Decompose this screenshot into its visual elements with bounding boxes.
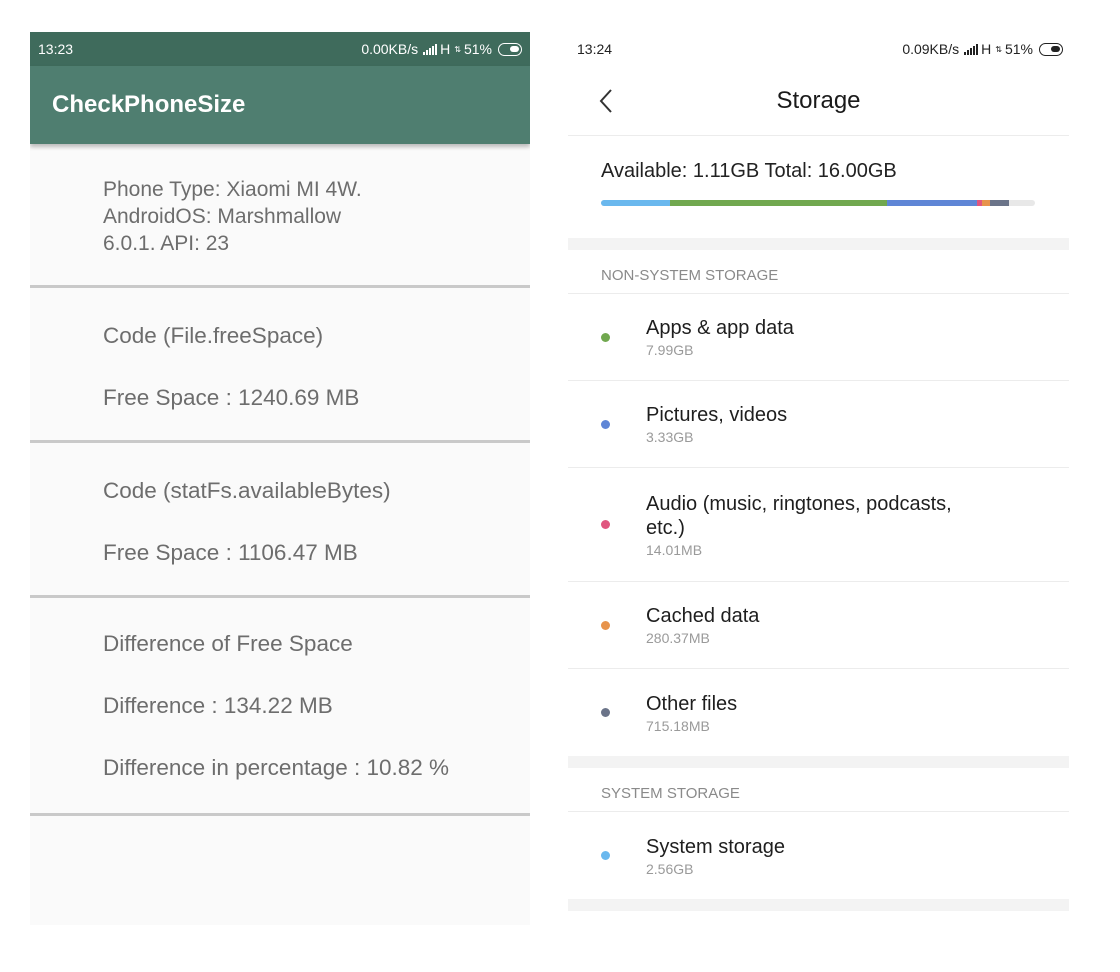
category-dot-icon xyxy=(601,708,610,717)
difference-value: Difference : 134.22 MB xyxy=(103,693,333,718)
item-size: 2.56GB xyxy=(646,860,694,877)
item-label: Audio (music, ringtones, podcasts, etc.) xyxy=(646,492,952,539)
storage-summary-text: Available: 1.11GB Total: 16.00GB xyxy=(601,160,897,182)
item-size: 3.33GB xyxy=(646,429,694,445)
android-os-text: AndroidOS: Marshmallow xyxy=(103,205,342,228)
file-freespace-value: Free Space : 1240.69 MB xyxy=(103,385,360,410)
status-time: 13:24 xyxy=(577,41,613,57)
category-dot-icon xyxy=(601,520,610,529)
page-title: Storage xyxy=(776,86,861,114)
usage-bar-segment xyxy=(670,200,887,206)
storage-summary: Available: 1.11GB Total: 16.00GB xyxy=(568,136,1069,238)
statfs-section: Code (statFs.availableBytes) Free Space … xyxy=(30,443,530,595)
back-arrow-icon[interactable] xyxy=(598,88,616,114)
status-bar: 13:24 0.09KB/s H ⇅ 51% xyxy=(568,32,1069,66)
non-system-storage-header: NON-SYSTEM STORAGE xyxy=(568,250,1069,294)
storage-item-apps[interactable]: Apps & app data 7.99GB xyxy=(568,294,1069,381)
network-speed: 0.09KB/s xyxy=(902,41,960,57)
system-storage-header: SYSTEM STORAGE xyxy=(568,768,1069,812)
storage-item-audio[interactable]: Audio (music, ringtones, podcasts, etc.)… xyxy=(568,468,1069,582)
battery-icon xyxy=(498,42,522,56)
item-label: System storage xyxy=(646,835,785,858)
item-size: 14.01MB xyxy=(646,541,703,558)
difference-section: Difference of Free Space Difference : 13… xyxy=(30,598,530,813)
signal-icon xyxy=(423,43,438,55)
category-dot-icon xyxy=(601,419,610,429)
network-type: H xyxy=(440,41,451,57)
item-label: Other files xyxy=(646,692,738,715)
usage-bar-segment xyxy=(601,200,671,206)
statfs-title: Code (statFs.availableBytes) xyxy=(103,478,391,503)
network-speed: 0.00KB/s xyxy=(361,41,419,57)
battery-percent: 51% xyxy=(463,41,492,57)
app-title: CheckPhoneSize xyxy=(30,66,530,144)
phone-type-text: Phone Type: Xiaomi MI 4W. xyxy=(103,178,362,201)
usage-bar-segment xyxy=(982,200,990,206)
data-arrows-icon: ⇅ xyxy=(995,44,1002,54)
item-size: 280.37MB xyxy=(646,630,710,646)
header: Storage xyxy=(568,66,1069,136)
device-info: Phone Type: Xiaomi MI 4W. AndroidOS: Mar… xyxy=(30,144,530,285)
non-system-storage-list: Apps & app data 7.99GB Pictures, videos … xyxy=(568,294,1069,756)
section-gap xyxy=(568,899,1069,911)
difference-title: Difference of Free Space xyxy=(103,631,353,656)
item-size: 715.18MB xyxy=(646,717,710,734)
storage-item-system[interactable]: System storage 2.56GB xyxy=(568,812,1069,899)
data-arrows-icon: ⇅ xyxy=(454,44,461,54)
api-level-text: 6.0.1. API: 23 xyxy=(103,232,230,255)
section-gap xyxy=(568,756,1069,768)
file-freespace-section: Code (File.freeSpace) Free Space : 1240.… xyxy=(30,288,530,440)
status-bar: 13:23 0.00KB/s H ⇅ 51% xyxy=(30,32,530,66)
category-dot-icon xyxy=(601,332,610,342)
storage-item-other[interactable]: Other files 715.18MB xyxy=(568,669,1069,756)
battery-icon xyxy=(1039,42,1063,56)
statfs-value: Free Space : 1106.47 MB xyxy=(103,540,358,565)
file-freespace-title: Code (File.freeSpace) xyxy=(103,323,324,348)
status-indicators: 0.09KB/s H ⇅ 51% xyxy=(902,41,1063,57)
signal-icon xyxy=(964,43,979,55)
storage-settings-screen: 13:24 0.09KB/s H ⇅ 51% Storage Available:… xyxy=(568,32,1069,925)
usage-bar-segment xyxy=(989,200,1010,206)
storage-usage-bar xyxy=(601,200,1035,206)
status-indicators: 0.00KB/s H ⇅ 51% xyxy=(361,41,522,57)
usage-bar-segment xyxy=(887,200,978,206)
item-label: Cached data xyxy=(646,605,760,627)
cleaner-header: CLEANER xyxy=(568,911,1069,925)
check-phone-size-screen: 13:23 0.00KB/s H ⇅ 51% CheckPhoneSize Pho… xyxy=(30,32,530,925)
item-label: Apps & app data xyxy=(646,317,794,339)
section-gap xyxy=(568,238,1069,250)
storage-item-cached[interactable]: Cached data 280.37MB xyxy=(568,582,1069,669)
difference-percent: Difference in percentage : 10.82 % xyxy=(103,755,450,780)
divider xyxy=(30,813,530,816)
category-dot-icon xyxy=(601,851,610,860)
storage-item-pictures[interactable]: Pictures, videos 3.33GB xyxy=(568,381,1069,468)
network-type: H xyxy=(981,41,992,57)
item-size: 7.99GB xyxy=(646,342,694,358)
category-dot-icon xyxy=(601,620,610,630)
battery-percent: 51% xyxy=(1004,41,1033,57)
status-time: 13:23 xyxy=(38,41,74,57)
item-label: Pictures, videos xyxy=(646,404,788,426)
